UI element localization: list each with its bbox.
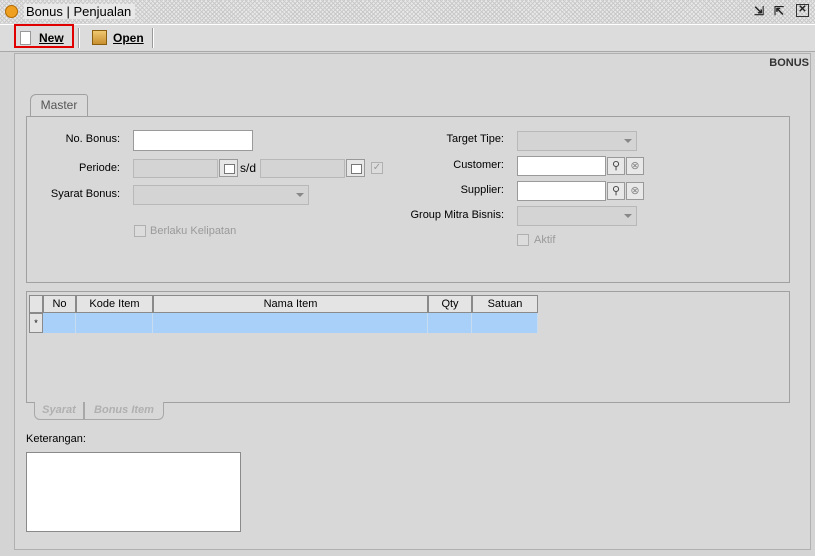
grid-cell-kode-item[interactable]	[76, 313, 153, 333]
toolbar: New Open	[0, 24, 815, 52]
grid-header-qty[interactable]: Qty	[428, 295, 472, 313]
grid-header-no[interactable]: No	[43, 295, 76, 313]
toolbar-separator	[78, 28, 80, 48]
grid-cell-nama-item[interactable]	[153, 313, 428, 333]
customer-input[interactable]	[517, 156, 606, 176]
tab-bonus-item[interactable]: Bonus Item	[84, 402, 164, 420]
grid-cell-no[interactable]	[43, 313, 76, 333]
group-mitra-select[interactable]	[517, 206, 637, 226]
clear-icon[interactable]: ⊗	[626, 182, 644, 200]
keterangan-label: Keterangan:	[26, 433, 86, 445]
restore-icon[interactable]: ⇲	[752, 4, 766, 18]
open-folder-icon	[92, 30, 107, 45]
maximize-icon[interactable]: ⇱	[772, 4, 786, 18]
syarat-bonus-select[interactable]	[133, 185, 309, 205]
tab-master[interactable]: Master	[30, 94, 88, 117]
keterangan-textarea[interactable]	[26, 452, 241, 532]
aktif-checkbox[interactable]	[517, 234, 529, 246]
grid-header-kode-item[interactable]: Kode Item	[76, 295, 153, 313]
periode-separator: s/d	[240, 161, 257, 175]
open-button[interactable]: Open	[92, 27, 144, 48]
berlaku-kelipatan-label: Berlaku Kelipatan	[150, 225, 237, 237]
chevron-down-icon	[624, 139, 632, 143]
calendar-icon[interactable]	[219, 159, 238, 177]
clear-icon[interactable]: ⊗	[626, 157, 644, 175]
target-tipe-select[interactable]	[517, 131, 637, 151]
page-heading: BONUS	[769, 57, 809, 69]
no-bonus-input[interactable]	[133, 130, 253, 151]
search-icon[interactable]: ⚲	[607, 157, 625, 175]
calendar-icon[interactable]	[346, 159, 365, 177]
toolbar-separator	[152, 28, 154, 48]
periode-to-input[interactable]	[260, 159, 345, 178]
supplier-label: Supplier:	[460, 184, 504, 196]
close-icon[interactable]: ✕	[796, 4, 809, 17]
grid-corner-header	[29, 295, 43, 313]
no-bonus-label: No. Bonus:	[65, 133, 120, 145]
grid-header-nama-item[interactable]: Nama Item	[153, 295, 428, 313]
periode-checkbox[interactable]: ✓	[371, 162, 383, 174]
window-title: Bonus | Penjualan	[24, 4, 136, 19]
app-icon	[5, 5, 18, 18]
grid-header-satuan[interactable]: Satuan	[472, 295, 538, 313]
chevron-down-icon	[624, 214, 632, 218]
grid-cell-satuan[interactable]	[472, 313, 538, 333]
grid-cell-qty[interactable]	[428, 313, 472, 333]
supplier-input[interactable]	[517, 181, 606, 201]
chevron-down-icon	[296, 193, 304, 197]
berlaku-kelipatan-checkbox[interactable]	[134, 225, 146, 237]
open-button-label: Open	[113, 30, 144, 45]
customer-label: Customer:	[453, 159, 504, 171]
title-bar: Bonus | Penjualan ⇲ ⇱ ✕	[0, 0, 815, 23]
periode-label: Periode:	[79, 162, 120, 174]
periode-from-input[interactable]	[133, 159, 218, 178]
aktif-label: Aktif	[534, 234, 556, 246]
group-mitra-label: Group Mitra Bisnis:	[410, 209, 504, 221]
syarat-bonus-label: Syarat Bonus:	[50, 188, 120, 200]
search-icon[interactable]: ⚲	[607, 182, 625, 200]
tab-syarat[interactable]: Syarat	[34, 402, 84, 420]
new-button-highlight	[14, 24, 74, 48]
new-row-indicator: *	[29, 313, 43, 333]
target-tipe-label: Target Tipe:	[446, 133, 504, 145]
